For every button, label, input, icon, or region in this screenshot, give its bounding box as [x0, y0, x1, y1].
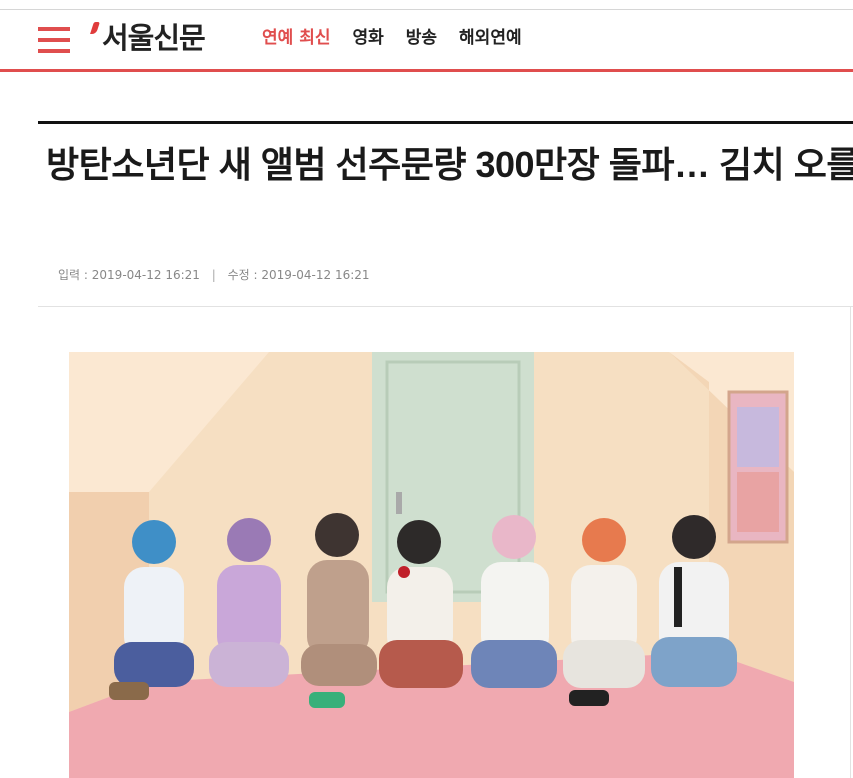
input-label: 입력: [58, 268, 81, 282]
article-title: 방탄소년단 새 앨범 선주문량 300만장 돌파… 김치 오를까: [46, 144, 853, 185]
content-side-border: [850, 306, 851, 778]
input-time: 2019-04-12 16:21: [91, 268, 200, 282]
byline-divider: [38, 306, 853, 307]
modified-label: 수정: [227, 268, 250, 282]
article-photo[interactable]: [69, 352, 794, 778]
group-photo-illustration: [69, 352, 794, 778]
article-byline: 입력 : 2019-04-12 16:21 | 수정 : 2019-04-12 …: [58, 268, 370, 282]
modified-time: 2019-04-12 16:21: [261, 268, 370, 282]
